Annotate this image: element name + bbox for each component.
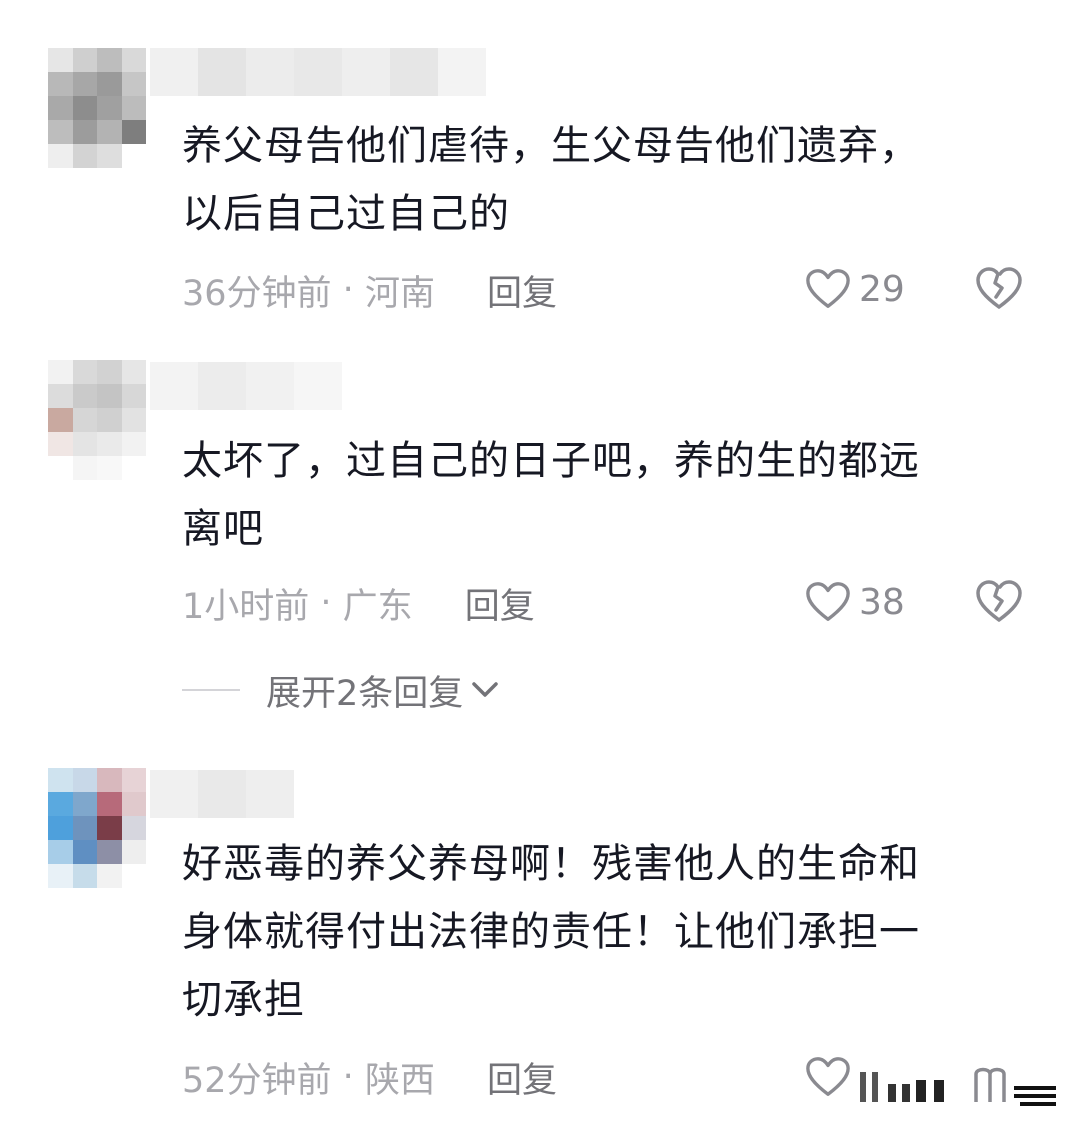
meta-separator: · <box>331 270 365 310</box>
avatar[interactable] <box>48 360 146 480</box>
meta-separator: · <box>309 583 343 623</box>
heart-outline-icon <box>806 1057 850 1096</box>
comment-time: 52分钟前 <box>182 1060 332 1101</box>
comment-text: 好恶毒的养父养母啊！残害他人的生命和 身体就得付出法律的责任！让他们承担一 切承… <box>182 830 1002 1034</box>
comment-text-line: 以后自己过自己的 <box>182 191 510 237</box>
username-blurred[interactable] <box>150 770 294 818</box>
comment-time: 36分钟前 <box>182 273 332 314</box>
comment-text: 太坏了，过自己的日子吧，养的生的都远 离吧 <box>182 427 1002 563</box>
avatar[interactable] <box>48 768 146 888</box>
comment-text-line: 身体就得付出法律的责任！让他们承担一 <box>182 909 920 955</box>
broken-heart-icon[interactable] <box>975 266 1023 312</box>
comment-location: 河南 <box>364 273 435 314</box>
like-button[interactable]: 38 <box>805 578 905 626</box>
avatar[interactable] <box>48 48 146 168</box>
like-button[interactable] <box>805 1053 851 1101</box>
meta-separator: · <box>331 1057 365 1097</box>
reply-button[interactable]: 回复 <box>465 578 535 629</box>
like-count: 29 <box>859 268 905 310</box>
chevron-down-icon <box>472 682 499 697</box>
broken-heart-icon[interactable] <box>975 579 1023 625</box>
comment-text: 养父母告他们虐待，生父母告他们遗弃， 以后自己过自己的 <box>182 112 1002 248</box>
heart-outline-icon <box>806 269 850 308</box>
comment-text-line: 切承担 <box>182 977 305 1023</box>
comment-meta: 52分钟前 · 陕西 回复 <box>182 1055 557 1101</box>
comment-meta: 1小时前 · 广东 回复 <box>182 581 535 627</box>
comment-meta: 36分钟前 · 河南 回复 <box>182 268 557 314</box>
reply-button[interactable]: 回复 <box>487 1052 557 1103</box>
username-blurred[interactable] <box>150 362 342 410</box>
expand-replies-button[interactable]: 展开2条回复 <box>182 665 499 715</box>
expand-replies-label: 展开2条回复 <box>266 673 464 714</box>
watermark-logo <box>860 1067 1056 1106</box>
comment-text-line: 好恶毒的养父养母啊！残害他人的生命和 <box>182 841 920 887</box>
comment-time: 1小时前 <box>182 586 310 627</box>
like-count: 38 <box>859 581 905 623</box>
comment-text-line: 养父母告他们虐待，生父母告他们遗弃， <box>182 123 920 169</box>
comment-location: 陕西 <box>364 1060 435 1101</box>
reply-button[interactable]: 回复 <box>487 265 557 316</box>
comment-text-line: 离吧 <box>182 506 264 552</box>
divider-line <box>182 689 240 691</box>
comment-location: 广东 <box>342 586 413 627</box>
like-button[interactable]: 29 <box>805 265 905 313</box>
comment-text-line: 太坏了，过自己的日子吧，养的生的都远 <box>182 438 920 484</box>
heart-outline-icon <box>806 582 850 621</box>
username-blurred[interactable] <box>150 48 486 96</box>
